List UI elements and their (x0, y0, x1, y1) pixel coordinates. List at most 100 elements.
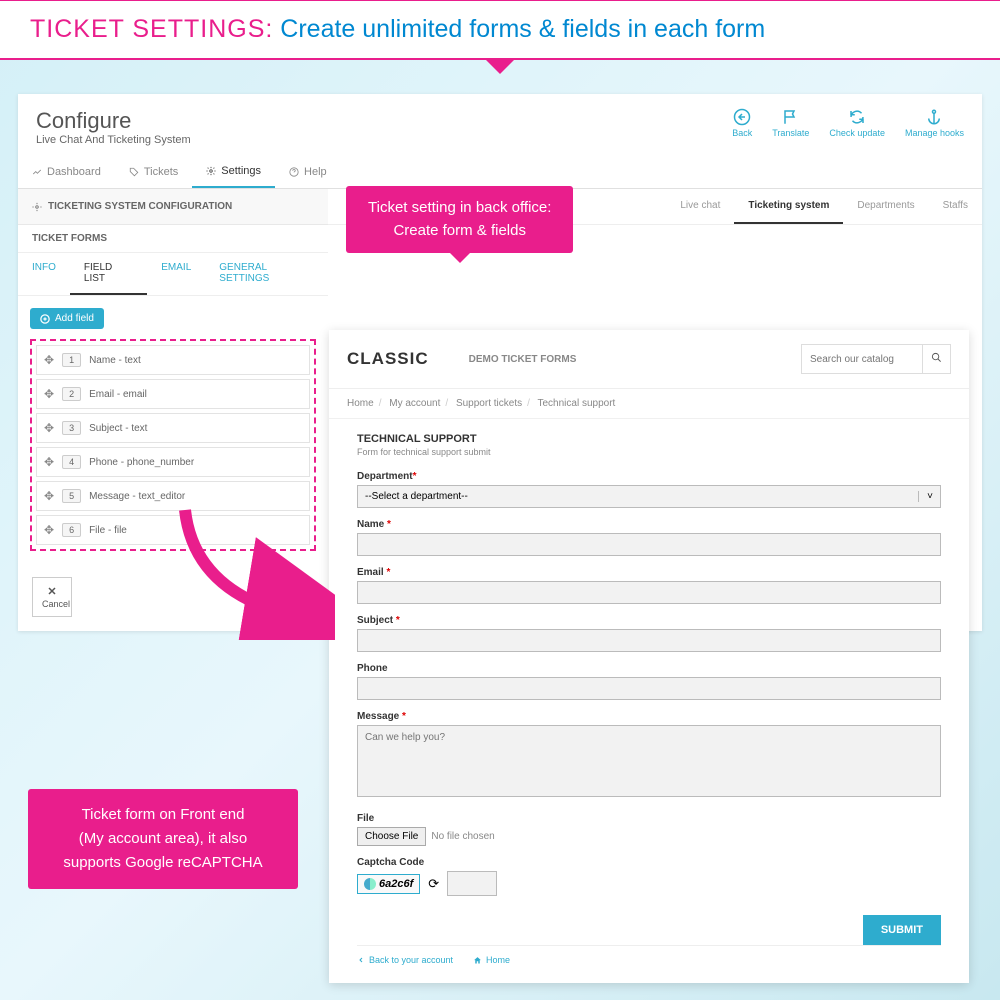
demo-label: DEMO TICKET FORMS (469, 354, 577, 365)
sub-tabs: INFO FIELD LIST EMAIL GENERAL SETTINGS (18, 253, 328, 296)
drag-icon[interactable]: ✥ (44, 455, 54, 469)
breadcrumb: Home/ My account/ Support tickets/ Techn… (329, 389, 969, 419)
captcha-refresh-button[interactable]: ⟳ (428, 876, 439, 892)
crumb-home[interactable]: Home (347, 398, 374, 409)
ticket-forms-label: TICKET FORMS (18, 225, 328, 253)
name-input[interactable] (357, 533, 941, 556)
drag-icon[interactable]: ✥ (44, 523, 54, 537)
crumb-current: Technical support (538, 398, 616, 409)
flag-icon (782, 108, 800, 126)
right-tab-livechat[interactable]: Live chat (666, 189, 734, 224)
translate-label: Translate (772, 128, 809, 138)
search-icon (931, 352, 942, 363)
subtab-general[interactable]: GENERAL SETTINGS (205, 253, 328, 295)
captcha-input[interactable] (447, 871, 497, 896)
form-title: TECHNICAL SUPPORT (357, 433, 941, 445)
callout-backoffice: Ticket setting in back office: Create fo… (346, 186, 573, 253)
subtab-info[interactable]: INFO (18, 253, 70, 295)
right-tab-ticketing[interactable]: Ticketing system (734, 189, 843, 224)
crumb-tickets[interactable]: Support tickets (456, 398, 522, 409)
page-banner: TICKET SETTINGS: Create unlimited forms … (0, 0, 1000, 60)
label-message: Message * (357, 711, 941, 722)
department-select[interactable]: --Select a department-- ˅ (357, 485, 941, 508)
back-label: Back (732, 128, 752, 138)
arrow-icon (165, 500, 335, 640)
cancel-button[interactable]: Cancel (32, 577, 72, 617)
back-icon (733, 108, 751, 126)
config-title: TICKETING SYSTEM CONFIGURATION (18, 189, 328, 225)
field-label: Subject - text (89, 423, 147, 434)
tab-help[interactable]: Help (275, 156, 341, 188)
drag-icon[interactable]: ✥ (44, 387, 54, 401)
captcha-image: 6a2c6f (357, 874, 420, 894)
gear-icon (206, 166, 216, 176)
phone-input[interactable] (357, 677, 941, 700)
form-subtitle: Form for technical support submit (357, 447, 941, 457)
label-subject: Subject * (357, 615, 941, 626)
help-icon (289, 167, 299, 177)
toolbar: Back Translate Check update Manage hooks (732, 108, 964, 146)
home-link[interactable]: Home (473, 955, 510, 965)
field-item[interactable]: ✥1Name - text (36, 345, 310, 375)
right-tab-departments[interactable]: Departments (843, 189, 928, 224)
label-phone: Phone (357, 663, 941, 674)
search-box (801, 344, 951, 374)
back-button[interactable]: Back (732, 108, 752, 146)
field-item[interactable]: ✥4Phone - phone_number (36, 447, 310, 477)
translate-button[interactable]: Translate (772, 108, 809, 146)
banner-arrow-icon (486, 60, 514, 74)
page-title: Configure (36, 108, 191, 134)
chevron-down-icon: ˅ (918, 491, 933, 502)
banner-text: Create unlimited forms & fields in each … (280, 15, 765, 43)
check-update-button[interactable]: Check update (829, 108, 885, 146)
submit-button[interactable]: SUBMIT (863, 915, 941, 945)
tab-dashboard[interactable]: Dashboard (18, 156, 115, 188)
email-input[interactable] (357, 581, 941, 604)
search-button[interactable] (922, 345, 950, 373)
field-label: File - file (89, 525, 127, 536)
label-file: File (357, 813, 941, 824)
chart-icon (32, 167, 42, 177)
page-subtitle: Live Chat And Ticketing System (36, 134, 191, 146)
hooks-label: Manage hooks (905, 128, 964, 138)
field-label: Phone - phone_number (89, 457, 194, 468)
manage-hooks-button[interactable]: Manage hooks (905, 108, 964, 146)
right-tab-staffs[interactable]: Staffs (929, 189, 982, 224)
field-label: Name - text (89, 355, 141, 366)
search-input[interactable] (802, 349, 922, 370)
banner-label: TICKET SETTINGS: (30, 15, 273, 43)
label-name: Name * (357, 519, 941, 530)
drag-icon[interactable]: ✥ (44, 353, 54, 367)
check-label: Check update (829, 128, 885, 138)
drag-icon[interactable]: ✥ (44, 421, 54, 435)
tag-icon (129, 167, 139, 177)
gear-icon (32, 202, 42, 212)
plus-icon (40, 314, 50, 324)
file-status: No file chosen (431, 831, 494, 842)
crumb-account[interactable]: My account (389, 398, 440, 409)
anchor-icon (925, 108, 943, 126)
chevron-left-icon (357, 956, 365, 964)
home-icon (473, 956, 482, 965)
field-item[interactable]: ✥2Email - email (36, 379, 310, 409)
subtab-email[interactable]: EMAIL (147, 253, 205, 295)
subject-input[interactable] (357, 629, 941, 652)
choose-file-button[interactable]: Choose File (357, 827, 426, 846)
drag-icon[interactable]: ✥ (44, 489, 54, 503)
field-label: Email - email (89, 389, 147, 400)
callout-frontend: Ticket form on Front end (My account are… (28, 789, 298, 889)
subtab-fieldlist[interactable]: FIELD LIST (70, 253, 147, 295)
tab-settings[interactable]: Settings (192, 156, 275, 188)
refresh-icon (848, 108, 866, 126)
tab-tickets[interactable]: Tickets (115, 156, 192, 188)
add-field-button[interactable]: Add field (30, 308, 104, 329)
admin-tabs: Dashboard Tickets Settings Help (18, 156, 982, 189)
label-captcha: Captcha Code (357, 857, 941, 868)
message-textarea[interactable] (357, 725, 941, 797)
field-item[interactable]: ✥3Subject - text (36, 413, 310, 443)
close-icon (46, 585, 58, 597)
store-logo: CLASSIC (347, 349, 429, 369)
frontend-panel: CLASSIC DEMO TICKET FORMS Home/ My accou… (329, 330, 969, 983)
label-department: Department* (357, 471, 941, 482)
back-to-account-link[interactable]: Back to your account (357, 955, 453, 965)
